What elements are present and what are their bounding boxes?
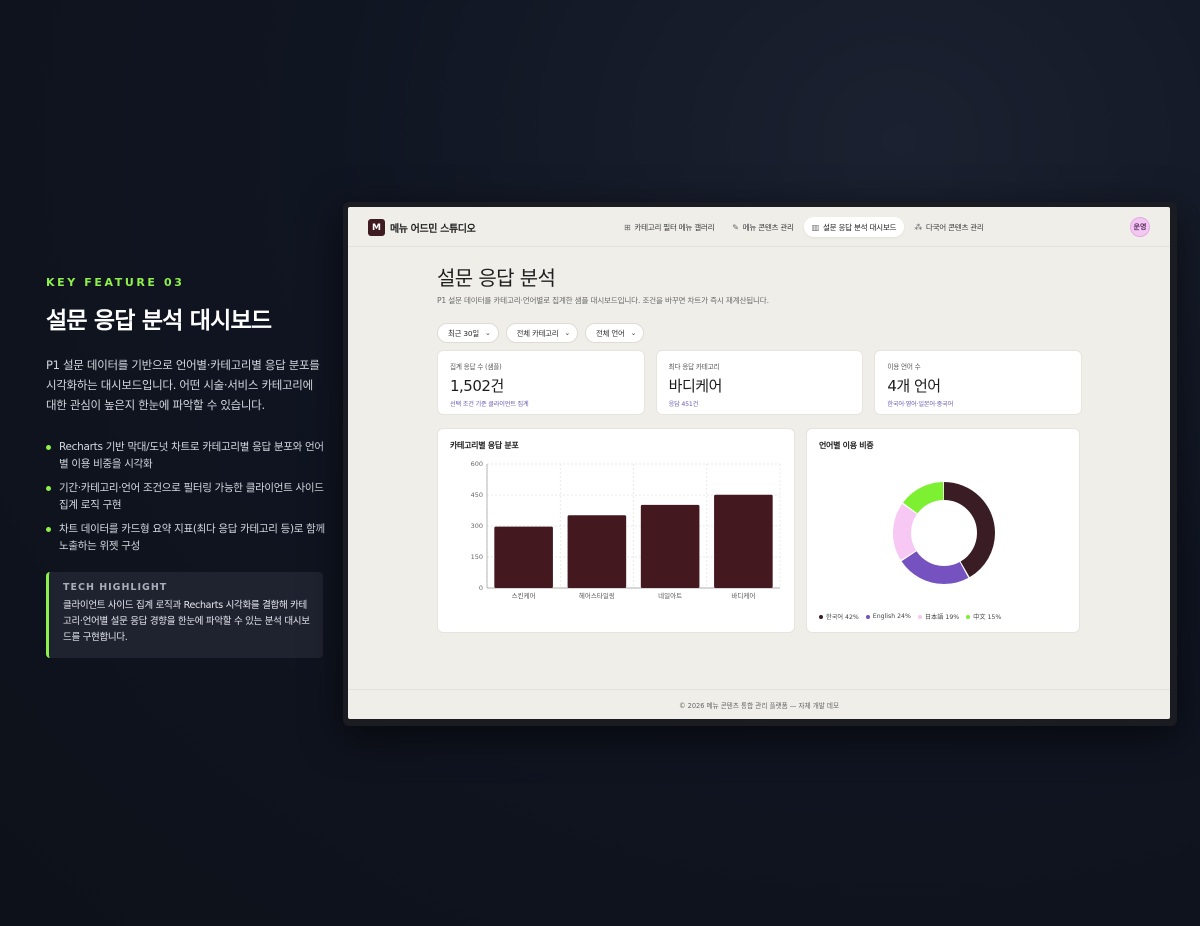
feature-panel: KEY FEATURE 03 설문 응답 분석 대시보드 P1 설문 데이터를 … — [46, 276, 326, 658]
x-tick-label: 네일아트 — [658, 591, 682, 600]
legend-dot-icon — [819, 614, 823, 619]
kpi-card-top-category: 최다 응답 카테고리 바디케어 응답 451건 — [655, 350, 864, 415]
donut-legend: 한국어 42% English 24% 日本語 19% 中文 15% — [819, 612, 1001, 621]
kpi-label: 최다 응답 카테고리 — [668, 363, 720, 371]
tech-highlight-body: 클라이언트 사이드 집계 로직과 Recharts 시각화를 결합해 카테고리·… — [63, 600, 310, 643]
filter-bar: 최근 30일 ⌄ 전체 카테고리 ⌄ 전체 언어 ⌄ — [437, 323, 1082, 343]
bar — [640, 504, 700, 588]
main-nav: ⊞ 카테고리 필터 메뉴 갤러리 ✎ 메뉴 콘텐츠 관리 ▥ 설문 응답 분석 … — [616, 217, 992, 237]
kpi-card-languages: 이용 언어 수 4개 언어 한국어·영어·일본어·중국어 — [874, 350, 1083, 415]
kpi-note: 한국어·영어·일본어·중국어 — [887, 401, 954, 408]
donut-chart-card: 언어별 이용 비중 한국어 42% English 24% 日本語 19% 中文 15… — [806, 428, 1080, 633]
translate-icon: ⁂ — [914, 222, 922, 232]
y-tick-label: 450 — [471, 491, 483, 499]
bar-chart: 0 150 300 450 600 스킨케어 헤어스타일링 네일아트 바디케어 — [471, 460, 781, 600]
feature-bullet: 기간·카테고리·언어 조건으로 필터링 가능한 클라이언트 사이드 집계 로직 … — [46, 480, 326, 514]
chevron-down-icon: ⌄ — [484, 329, 491, 337]
legend-label: 中文 15% — [973, 614, 1002, 621]
bar-chart-card: 카테고리별 응답 분포 0 150 300 450 600 스킨케어 헤어스타일링 네일아트 바… — [437, 428, 795, 633]
kpi-note: 선택 조건 기준 클라이언트 집계 — [450, 401, 529, 408]
legend-item: English 24% — [865, 612, 911, 621]
feature-bullet: 차트 데이터를 카드형 요약 지표(최다 응답 카테고리 등)로 함께 노출하는… — [46, 521, 326, 555]
device-frame: M 메뉴 어드민 스튜디오 ⊞ 카테고리 필터 메뉴 갤러리 ✎ 메뉴 콘텐츠 … — [343, 202, 1177, 726]
legend-dot-icon — [966, 614, 971, 619]
edit-icon: ✎ — [732, 222, 739, 232]
kpi-value: 바디케어 — [668, 377, 723, 395]
page-title: 설문 응답 분석 — [437, 266, 556, 290]
y-tick-label: 150 — [471, 553, 483, 561]
grid-icon: ⊞ — [624, 222, 631, 232]
y-tick-label: 0 — [479, 584, 483, 592]
feature-title: 설문 응답 분석 대시보드 — [46, 308, 272, 334]
legend-label: English 24% — [872, 613, 911, 620]
page-subtitle: P1 설문 데이터를 카테고리·언어별로 집계한 샘플 대시보드입니다. 조건을… — [437, 296, 769, 305]
x-tick-label: 스킨케어 — [512, 591, 536, 600]
kpi-value: 1,502건 — [450, 377, 504, 395]
category-select[interactable]: 전체 카테고리 ⌄ — [505, 323, 579, 343]
bar-chart-icon: ▥ — [811, 222, 820, 232]
bullet-dot-icon — [46, 527, 51, 532]
bar — [567, 515, 627, 588]
legend-item: 한국어 42% — [819, 612, 859, 621]
feature-label: KEY FEATURE 03 — [46, 276, 185, 289]
nav-item-gallery[interactable]: ⊞ 카테고리 필터 메뉴 갤러리 — [616, 217, 722, 237]
legend-dot-icon — [865, 614, 870, 619]
legend-label: 한국어 42% — [826, 614, 859, 621]
donut-slices — [893, 482, 995, 584]
user-avatar[interactable]: 운영 — [1130, 217, 1150, 237]
chevron-down-icon: ⌄ — [564, 329, 571, 337]
tech-highlight-box: TECH HIGHLIGHT 클라이언트 사이드 집계 로직과 Recharts… — [46, 572, 323, 658]
tech-highlight-label: TECH HIGHLIGHT — [63, 582, 168, 593]
kpi-value: 4개 언어 — [887, 377, 941, 395]
brand-name: 메뉴 어드민 스튜디오 — [390, 224, 476, 235]
brand-logo-icon: M — [368, 219, 385, 236]
bar — [494, 526, 553, 588]
chevron-down-icon: ⌄ — [630, 329, 637, 337]
x-tick-label: 바디케어 — [731, 591, 755, 600]
feature-bullet: Recharts 기반 막대/도넛 차트로 카테고리별 응답 분포와 언어별 이… — [46, 439, 326, 473]
chart-row: 카테고리별 응답 분포 0 150 300 450 600 스킨케어 헤어스타일링 네일아트 바… — [437, 428, 1080, 633]
language-select[interactable]: 전체 언어 ⌄ — [585, 323, 645, 343]
app-screen: M 메뉴 어드민 스튜디오 ⊞ 카테고리 필터 메뉴 갤러리 ✎ 메뉴 콘텐츠 … — [348, 207, 1170, 719]
nav-item-content[interactable]: ✎ 메뉴 콘텐츠 관리 — [724, 217, 801, 237]
bullet-dot-icon — [46, 486, 51, 491]
brand[interactable]: M 메뉴 어드민 스튜디오 — [368, 219, 476, 236]
feature-bullets: Recharts 기반 막대/도넛 차트로 카테고리별 응답 분포와 언어별 이… — [46, 439, 326, 555]
donut-chart — [893, 482, 995, 584]
kpi-label: 집계 응답 수 (샘플) — [450, 363, 502, 371]
kpi-card-responses: 집계 응답 수 (샘플) 1,502건 선택 조건 기준 클라이언트 집계 — [437, 350, 645, 415]
kpi-label: 이용 언어 수 — [887, 363, 921, 371]
y-tick-label: 300 — [471, 522, 483, 530]
bar — [714, 494, 773, 588]
y-tick-label: 600 — [471, 460, 483, 468]
x-tick-label: 헤어스타일링 — [579, 591, 615, 600]
nav-item-i18n[interactable]: ⁂ 다국어 콘텐츠 관리 — [906, 217, 991, 237]
main-content: 설문 응답 분석 P1 설문 데이터를 카테고리·언어별로 집계한 샘플 대시보… — [437, 262, 1083, 415]
feature-description: P1 설문 데이터를 기반으로 언어별·카테고리별 응답 분포를 시각화하는 대… — [46, 358, 320, 412]
legend-item: 日本語 19% — [917, 612, 960, 621]
kpi-cards: 집계 응답 수 (샘플) 1,502건 선택 조건 기준 클라이언트 집계 최다… — [437, 350, 1083, 415]
kpi-note: 응답 451건 — [668, 401, 699, 408]
footer: © 2026 메뉴 콘텐츠 통합 관리 플랫폼 — 자체 개발 데모 — [348, 689, 1170, 719]
legend-item: 中文 15% — [966, 612, 1001, 621]
period-select[interactable]: 최근 30일 ⌄ — [437, 323, 499, 343]
nav-item-survey-dashboard[interactable]: ▥ 설문 응답 분석 대시보드 — [803, 217, 905, 237]
legend-label: 日本語 19% — [924, 614, 960, 621]
bullet-dot-icon — [46, 445, 51, 450]
legend-dot-icon — [917, 614, 922, 619]
top-navigation-bar: M 메뉴 어드민 스튜디오 ⊞ 카테고리 필터 메뉴 갤러리 ✎ 메뉴 콘텐츠 … — [348, 207, 1170, 247]
